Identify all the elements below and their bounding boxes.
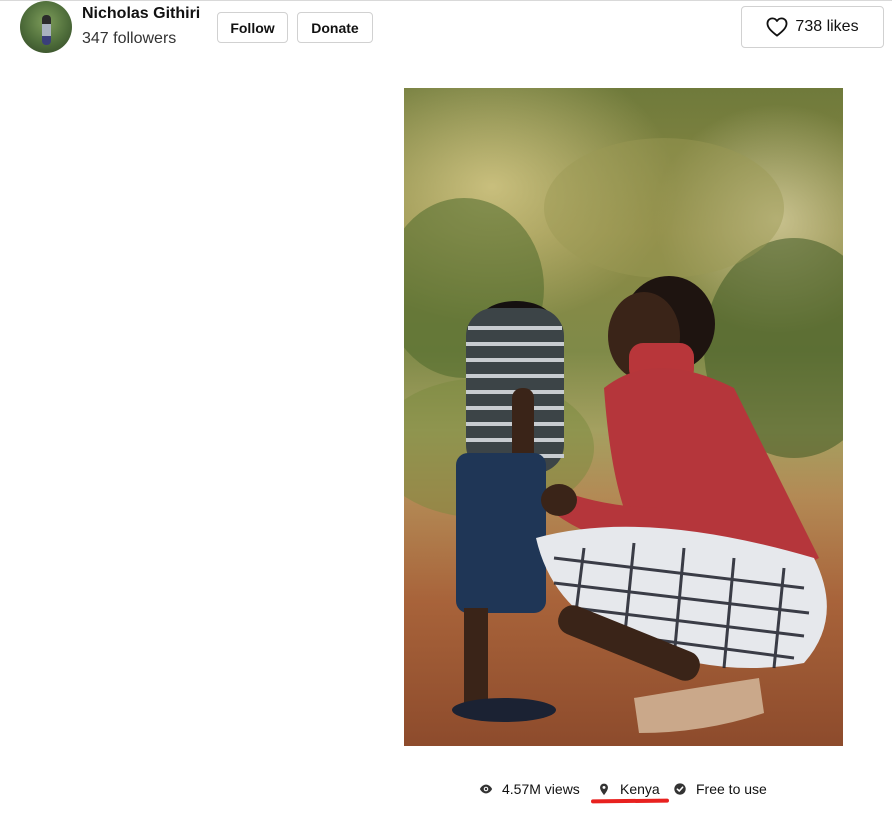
follow-button[interactable]: Follow [217,12,288,43]
views-count: 4.57M views [502,781,580,797]
map-pin-icon [600,783,608,796]
views-stat: 4.57M views [479,778,580,800]
main-photo[interactable] [404,88,843,746]
license-label[interactable]: Free to use [696,781,767,797]
license-link[interactable]: Free to use [673,778,767,800]
likes-count: 738 likes [795,18,859,35]
heart-icon [766,17,788,37]
likes-button[interactable]: 738 likes [741,6,884,48]
author-avatar[interactable] [20,1,72,53]
photo-illustration [404,138,843,733]
author-name[interactable]: Nicholas Githiri [82,5,200,23]
annotation-underline [590,798,670,804]
check-circle-icon [674,783,686,795]
top-divider [0,0,892,1]
location-label[interactable]: Kenya [620,781,660,797]
eye-icon [479,784,493,794]
author-followers-count: 347 followers [82,30,177,47]
avatar-figure [42,15,51,45]
donate-button[interactable]: Donate [297,12,373,43]
location-link[interactable]: Kenya [597,778,660,800]
